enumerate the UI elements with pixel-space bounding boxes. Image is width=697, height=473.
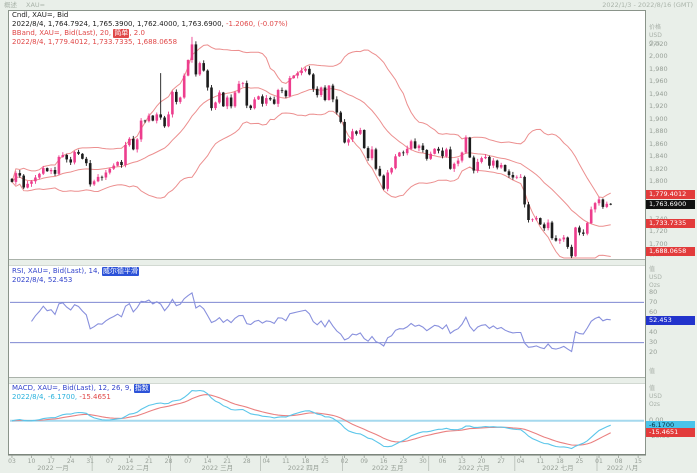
window-symbol-label: XAU= <box>26 1 45 10</box>
date-range-label: 2022/1/3 - 2022/8/16 (GMT) <box>602 1 693 10</box>
macd-chart-area[interactable] <box>9 384 645 455</box>
window-tab-label[interactable]: 概述 <box>4 1 17 10</box>
chart-window: { "header": { "tab_label": "概述", "symbol… <box>0 0 697 473</box>
rsi-chart-area[interactable] <box>9 266 645 377</box>
date-axis-area[interactable] <box>8 455 646 473</box>
price-axis-area[interactable] <box>646 10 697 455</box>
panel-divider-2[interactable] <box>9 377 645 384</box>
price-chart-area[interactable] <box>9 11 645 259</box>
panel-divider-1[interactable] <box>9 259 645 266</box>
